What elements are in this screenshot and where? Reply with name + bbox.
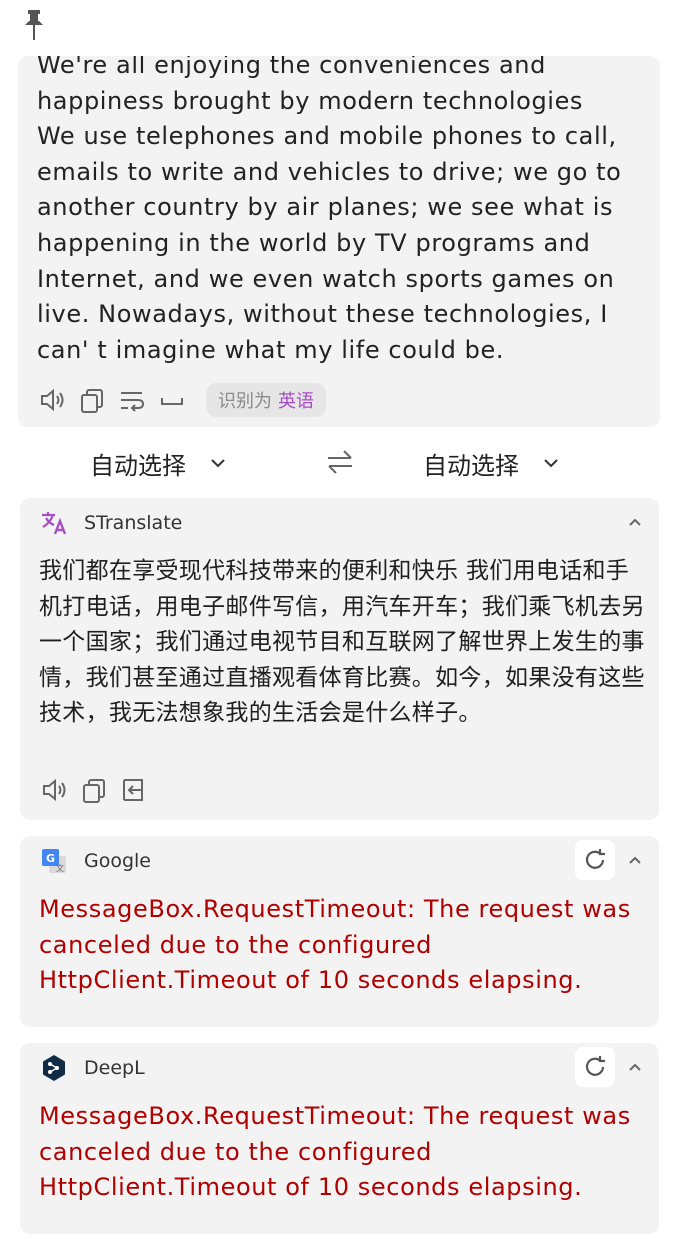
source-language-select[interactable]: 自动选择 — [90, 440, 228, 486]
chevron-up-icon[interactable] — [625, 850, 645, 870]
service-header[interactable]: G 文 Google — [40, 846, 151, 876]
service-name: DeepL — [84, 1057, 145, 1079]
retry-button[interactable] — [575, 1047, 615, 1087]
stranslate-icon — [42, 512, 67, 535]
speaker-icon[interactable] — [40, 776, 68, 804]
error-message: MessageBox.RequestTimeout: The request w… — [39, 895, 631, 995]
retry-button[interactable] — [575, 840, 615, 880]
svg-text:G: G — [46, 852, 55, 865]
refresh-icon — [585, 1056, 605, 1076]
input-textarea[interactable]: We're all enjoying the conveniences and … — [37, 56, 647, 368]
copy-icon[interactable] — [80, 776, 108, 804]
target-language-select[interactable]: 自动选择 — [423, 440, 561, 486]
service-card-google: G 文 Google MessageBox.RequestTimeout: Th… — [20, 836, 659, 1027]
refresh-icon — [585, 849, 605, 869]
space-icon[interactable] — [158, 386, 186, 414]
pin-icon[interactable] — [22, 8, 46, 42]
target-language-label: 自动选择 — [423, 451, 519, 480]
input-card[interactable]: We're all enjoying the conveniences and … — [18, 56, 660, 427]
svg-text:文: 文 — [56, 863, 64, 873]
detect-prefix: 识别为 — [218, 391, 272, 412]
wrap-icon[interactable] — [118, 386, 146, 414]
speaker-icon[interactable] — [38, 386, 66, 414]
chevron-up-icon[interactable] — [625, 1057, 645, 1077]
copy-icon[interactable] — [78, 386, 106, 414]
deepl-icon — [43, 1055, 65, 1081]
error-message: MessageBox.RequestTimeout: The request w… — [39, 1102, 631, 1202]
chevron-down-icon — [211, 459, 225, 468]
chevron-up-icon[interactable] — [625, 512, 645, 532]
service-name: STranslate — [84, 512, 183, 534]
detected-language: 英语 — [278, 391, 314, 412]
service-header[interactable]: STranslate — [40, 508, 182, 538]
swap-languages-button[interactable] — [324, 446, 356, 478]
google-translate-icon: G 文 — [42, 849, 66, 873]
swap-icon — [328, 450, 352, 474]
language-bar: 自动选择 自动选择 — [0, 440, 681, 486]
chevron-down-icon — [544, 459, 558, 468]
detected-language-badge: 识别为 英语 — [206, 383, 326, 417]
translation-result: 我们都在享受现代科技带来的便利和快乐 我们用电话和手机打电话，用电子邮件写信，用… — [39, 558, 645, 727]
translator-window: We're all enjoying the conveniences and … — [0, 0, 681, 1247]
service-card-deepl: DeepL MessageBox.RequestTimeout: The req… — [20, 1043, 659, 1234]
result-toolbar — [40, 776, 160, 804]
input-toolbar: 识别为 英语 — [38, 382, 326, 418]
source-language-label: 自动选择 — [90, 451, 186, 480]
service-card-stranslate: STranslate 我们都在享受现代科技带来的便利和快乐 我们用电话和手机打电… — [20, 498, 659, 820]
service-name: Google — [84, 850, 152, 872]
insert-result-icon[interactable] — [120, 776, 148, 804]
service-header[interactable]: DeepL — [40, 1053, 145, 1083]
